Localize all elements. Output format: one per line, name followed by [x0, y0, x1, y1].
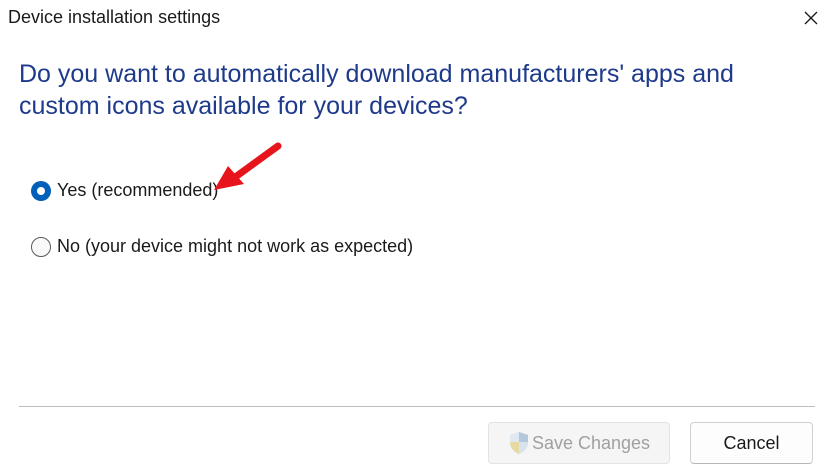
option-yes-label: Yes (recommended) — [57, 180, 219, 200]
option-yes[interactable]: Yes (recommended) — [31, 180, 218, 201]
question-heading: Do you want to automatically download ma… — [19, 60, 734, 120]
option-no-label: No (your device might not work as expect… — [57, 236, 414, 256]
radio-no[interactable] — [31, 236, 51, 257]
red-arrow-icon — [214, 142, 282, 190]
cancel-label: Cancel — [723, 432, 780, 453]
option-no[interactable]: No (your device might not work as expect… — [31, 236, 413, 257]
radio-yes[interactable] — [31, 180, 51, 201]
cancel-button[interactable]: Cancel — [690, 422, 813, 464]
dialog-window: Device installation settings Do you want… — [0, 0, 834, 467]
save-changes-button[interactable]: Save Changes — [488, 422, 670, 464]
close-icon — [804, 11, 818, 25]
footer-divider — [19, 406, 815, 407]
close-button[interactable] — [788, 0, 834, 36]
window-title: Device installation settings — [8, 7, 221, 27]
save-changes-label: Save Changes — [531, 432, 651, 453]
uac-shield-icon — [508, 431, 530, 455]
